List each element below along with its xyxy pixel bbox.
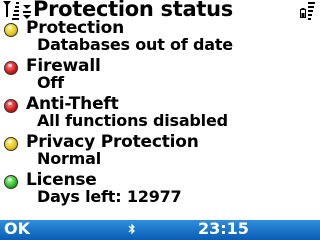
status-item-privacy-protection[interactable]: Privacy Protection Normal: [0, 132, 320, 172]
signal-strength-icon: [11, 2, 19, 20]
status-item-value: All functions disabled: [37, 111, 228, 130]
softkey-bar: OK 23:15: [0, 220, 320, 240]
status-item-anti-theft[interactable]: Anti-Theft All functions disabled: [0, 94, 320, 134]
bluetooth-icon: [128, 223, 135, 235]
status-item-protection[interactable]: Protection Databases out of date: [0, 18, 320, 58]
status-item-value: Days left: 12977: [37, 187, 182, 206]
status-item-license[interactable]: License Days left: 12977: [0, 170, 320, 210]
yellow-status-icon: [4, 23, 18, 37]
status-list: Protection Databases out of date Firewal…: [0, 18, 320, 210]
yellow-status-icon: [4, 137, 18, 151]
green-status-icon: [4, 175, 18, 189]
right-softkey-button[interactable]: [278, 221, 318, 239]
status-item-firewall[interactable]: Firewall Off: [0, 56, 320, 96]
status-item-value: Normal: [37, 149, 102, 168]
red-status-icon: [4, 99, 18, 113]
clock: 23:15: [198, 220, 249, 238]
status-item-value: Off: [37, 73, 64, 92]
ok-softkey-button[interactable]: OK: [4, 220, 30, 238]
red-status-icon: [4, 61, 18, 75]
screen: Protection status Protection Databases o…: [0, 0, 320, 240]
signal-icon: [3, 1, 11, 17]
battery-level-icon: [308, 2, 316, 20]
status-item-value: Databases out of date: [37, 35, 233, 54]
battery-icon: [300, 8, 306, 18]
